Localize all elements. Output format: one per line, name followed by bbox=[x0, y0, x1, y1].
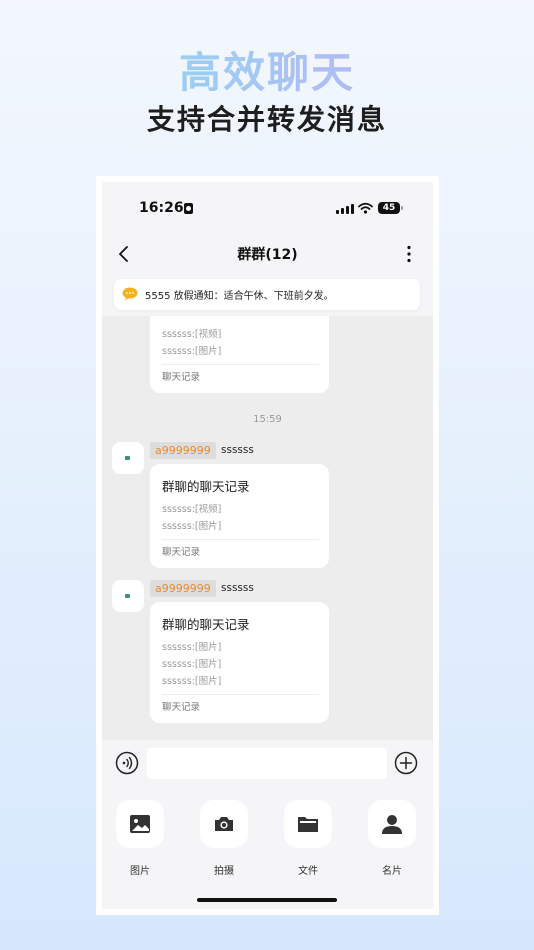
contact-card-icon[interactable] bbox=[368, 800, 416, 848]
folder-icon[interactable] bbox=[284, 800, 332, 848]
group-notice[interactable]: 5555 放假通知：适合午休、下班前夕发。 bbox=[114, 279, 420, 310]
card-title: 群聊的聊天记录 bbox=[162, 479, 250, 494]
chat-title: 群群(12) bbox=[237, 247, 298, 263]
nav-bar: 群群(12) bbox=[102, 234, 433, 274]
avatar[interactable] bbox=[112, 580, 144, 612]
tool-label: 图片 bbox=[130, 866, 150, 877]
sender-text: ssssss bbox=[221, 444, 254, 456]
more-icon[interactable] bbox=[399, 244, 419, 264]
card-title: 群聊的聊天记录 bbox=[162, 617, 250, 632]
status-time: 16:26 bbox=[139, 200, 184, 216]
card-line: ssssss:[图片] bbox=[162, 659, 222, 670]
card-footer: 聊天记录 bbox=[162, 702, 201, 713]
message-list[interactable]: ssssss:[视频] ssssss:[图片] 聊天记录 15:59 a9999… bbox=[102, 316, 433, 740]
card-divider bbox=[162, 539, 319, 540]
tool-camera[interactable]: 拍摄 bbox=[200, 800, 248, 877]
tool-contact[interactable]: 名片 bbox=[368, 800, 416, 877]
forwarded-chat-card[interactable]: 群聊的聊天记录 ssssss:[图片] ssssss:[图片] ssssss:[… bbox=[150, 602, 329, 723]
camera-icon[interactable] bbox=[200, 800, 248, 848]
card-line: ssssss:[图片] bbox=[162, 346, 222, 357]
voice-icon[interactable] bbox=[115, 751, 139, 775]
forwarded-chat-card[interactable]: 群聊的聊天记录 ssssss:[视频] ssssss:[图片] 聊天记录 bbox=[150, 464, 329, 568]
message-input[interactable] bbox=[147, 748, 387, 779]
tool-label: 拍摄 bbox=[214, 866, 234, 877]
sender-name[interactable]: a9999999 bbox=[150, 442, 216, 459]
sender-text: ssssss bbox=[221, 582, 254, 594]
wifi-icon bbox=[358, 202, 373, 214]
card-line: ssssss:[图片] bbox=[162, 521, 222, 532]
message-timestamp: 15:59 bbox=[253, 414, 282, 425]
signal-icon bbox=[336, 204, 354, 214]
card-footer: 聊天记录 bbox=[162, 372, 201, 383]
avatar[interactable] bbox=[112, 442, 144, 474]
status-bar: 16:26 45 bbox=[102, 182, 433, 228]
card-line: ssssss:[视频] bbox=[162, 504, 222, 515]
contact-badge-icon bbox=[184, 203, 193, 214]
card-line: ssssss:[图片] bbox=[162, 642, 222, 653]
card-divider bbox=[162, 364, 319, 365]
tool-image[interactable]: 图片 bbox=[116, 800, 164, 877]
attachment-panel: 图片 拍摄 文件 名片 bbox=[102, 788, 433, 909]
image-icon[interactable] bbox=[116, 800, 164, 848]
forwarded-chat-card[interactable]: ssssss:[视频] ssssss:[图片] 聊天记录 bbox=[150, 316, 329, 393]
promo-subtitle: 支持合并转发消息 bbox=[146, 103, 387, 136]
tool-label: 名片 bbox=[382, 866, 402, 877]
card-divider bbox=[162, 694, 319, 695]
tool-label: 文件 bbox=[298, 866, 318, 877]
card-line: ssssss:[视频] bbox=[162, 329, 222, 340]
sender-name[interactable]: a9999999 bbox=[150, 580, 216, 597]
promo-title: 高效聊天 bbox=[0, 48, 534, 98]
home-indicator[interactable] bbox=[197, 898, 337, 902]
notice-text: 5555 放假通知：适合午休、下班前夕发。 bbox=[145, 291, 334, 302]
speech-bubble-icon bbox=[122, 287, 138, 301]
plus-icon[interactable] bbox=[394, 751, 418, 775]
phone-screen: 16:26 45 群群(12) 5555 放假通知：适合午休、下班前夕发。 ss… bbox=[102, 182, 433, 909]
input-bar bbox=[102, 740, 433, 788]
phone-frame: 16:26 45 群群(12) 5555 放假通知：适合午休、下班前夕发。 ss… bbox=[96, 176, 439, 915]
card-footer: 聊天记录 bbox=[162, 547, 201, 558]
battery-icon: 45 bbox=[378, 202, 403, 214]
card-line: ssssss:[图片] bbox=[162, 676, 222, 687]
tool-file[interactable]: 文件 bbox=[284, 800, 332, 877]
